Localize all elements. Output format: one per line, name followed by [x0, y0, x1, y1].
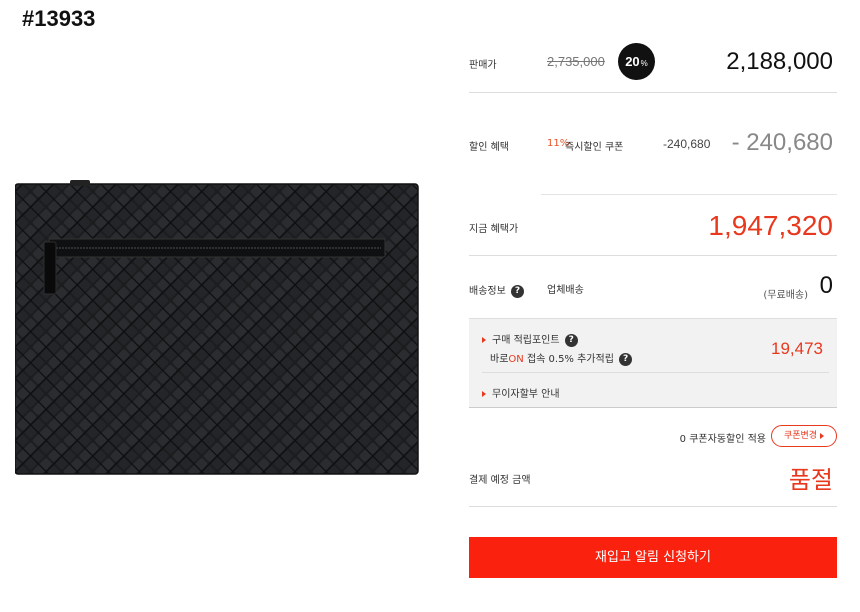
payment-label: 결제 예정 금액	[469, 475, 531, 486]
shipping-note: (무료배송)	[763, 290, 808, 301]
shipping-row: 배송정보 ? 업체배송 (무료배송) 0	[469, 256, 837, 318]
points-box: 구매 적립포인트 ? 바로ON 접속 0.5% 추가적립 ? 19,473 무이…	[469, 318, 837, 408]
installment-label: 무이자할부 안내	[492, 389, 560, 400]
restock-alert-button[interactable]: 재입고 알림 신청하기	[469, 537, 837, 578]
original-price: 2,735,000	[547, 54, 605, 69]
arrow-right-icon	[482, 391, 486, 397]
coupon-name: 즉시할인 쿠폰	[565, 142, 624, 153]
points-divider	[482, 372, 829, 373]
caret-right-icon	[820, 432, 825, 439]
price-label: 판매가	[469, 60, 497, 71]
help-icon[interactable]: ?	[564, 333, 578, 347]
points-title: 구매 적립포인트	[492, 335, 560, 346]
points-title-group: 구매 적립포인트 ?	[482, 331, 578, 347]
discount-label: 할인 혜택	[469, 142, 509, 153]
discount-rate-unit: %	[640, 59, 648, 68]
help-icon[interactable]: ?	[511, 284, 524, 298]
points-sub-prefix: 바로	[490, 354, 509, 365]
discount-amount-small: -240,680	[663, 137, 711, 151]
installment-link[interactable]: 무이자할부 안내	[482, 385, 560, 400]
points-value: 19,473	[771, 339, 823, 358]
shipping-type: 업체배송	[547, 285, 584, 296]
discount-row: 할인 혜택 11% 즉시할인 쿠폰 -240,680 - 240,680	[469, 93, 837, 195]
coupon-change-label: 쿠폰변경	[783, 431, 818, 441]
shipping-label-group: 배송정보 ?	[469, 282, 524, 298]
discount-rate-badge: 20%	[618, 43, 655, 80]
points-subtitle: 바로ON 접속 0.5% 추가적립 ?	[490, 350, 633, 366]
points-sub-suffix: 접속 0.5% 추가적립	[523, 354, 614, 365]
product-code: #13933	[22, 6, 96, 31]
coupon-note: 0 쿠폰자동할인 적용	[679, 434, 766, 445]
payment-row: 결제 예정 금액 품절	[469, 450, 837, 507]
benefit-price-row: 지금 혜택가 1,947,320	[469, 195, 837, 256]
benefit-price: 1,947,320	[708, 210, 833, 241]
price-row: 판매가 2,735,000 20% 2,188,000	[469, 30, 837, 93]
shipping-fee: 0	[819, 272, 833, 299]
soldout-status: 품절	[788, 466, 833, 494]
arrow-right-icon	[482, 337, 486, 343]
benefit-price-label: 지금 혜택가	[469, 224, 519, 235]
help-icon[interactable]: ?	[619, 352, 633, 366]
product-image	[15, 180, 419, 475]
discount-amount: - 240,680	[731, 129, 833, 156]
shipping-label: 배송정보	[469, 286, 506, 297]
sale-price: 2,188,000	[726, 48, 833, 75]
points-sub-on: ON	[508, 354, 524, 365]
coupon-change-button[interactable]: 쿠폰변경	[771, 425, 837, 447]
discount-rate-value: 20	[625, 54, 640, 69]
